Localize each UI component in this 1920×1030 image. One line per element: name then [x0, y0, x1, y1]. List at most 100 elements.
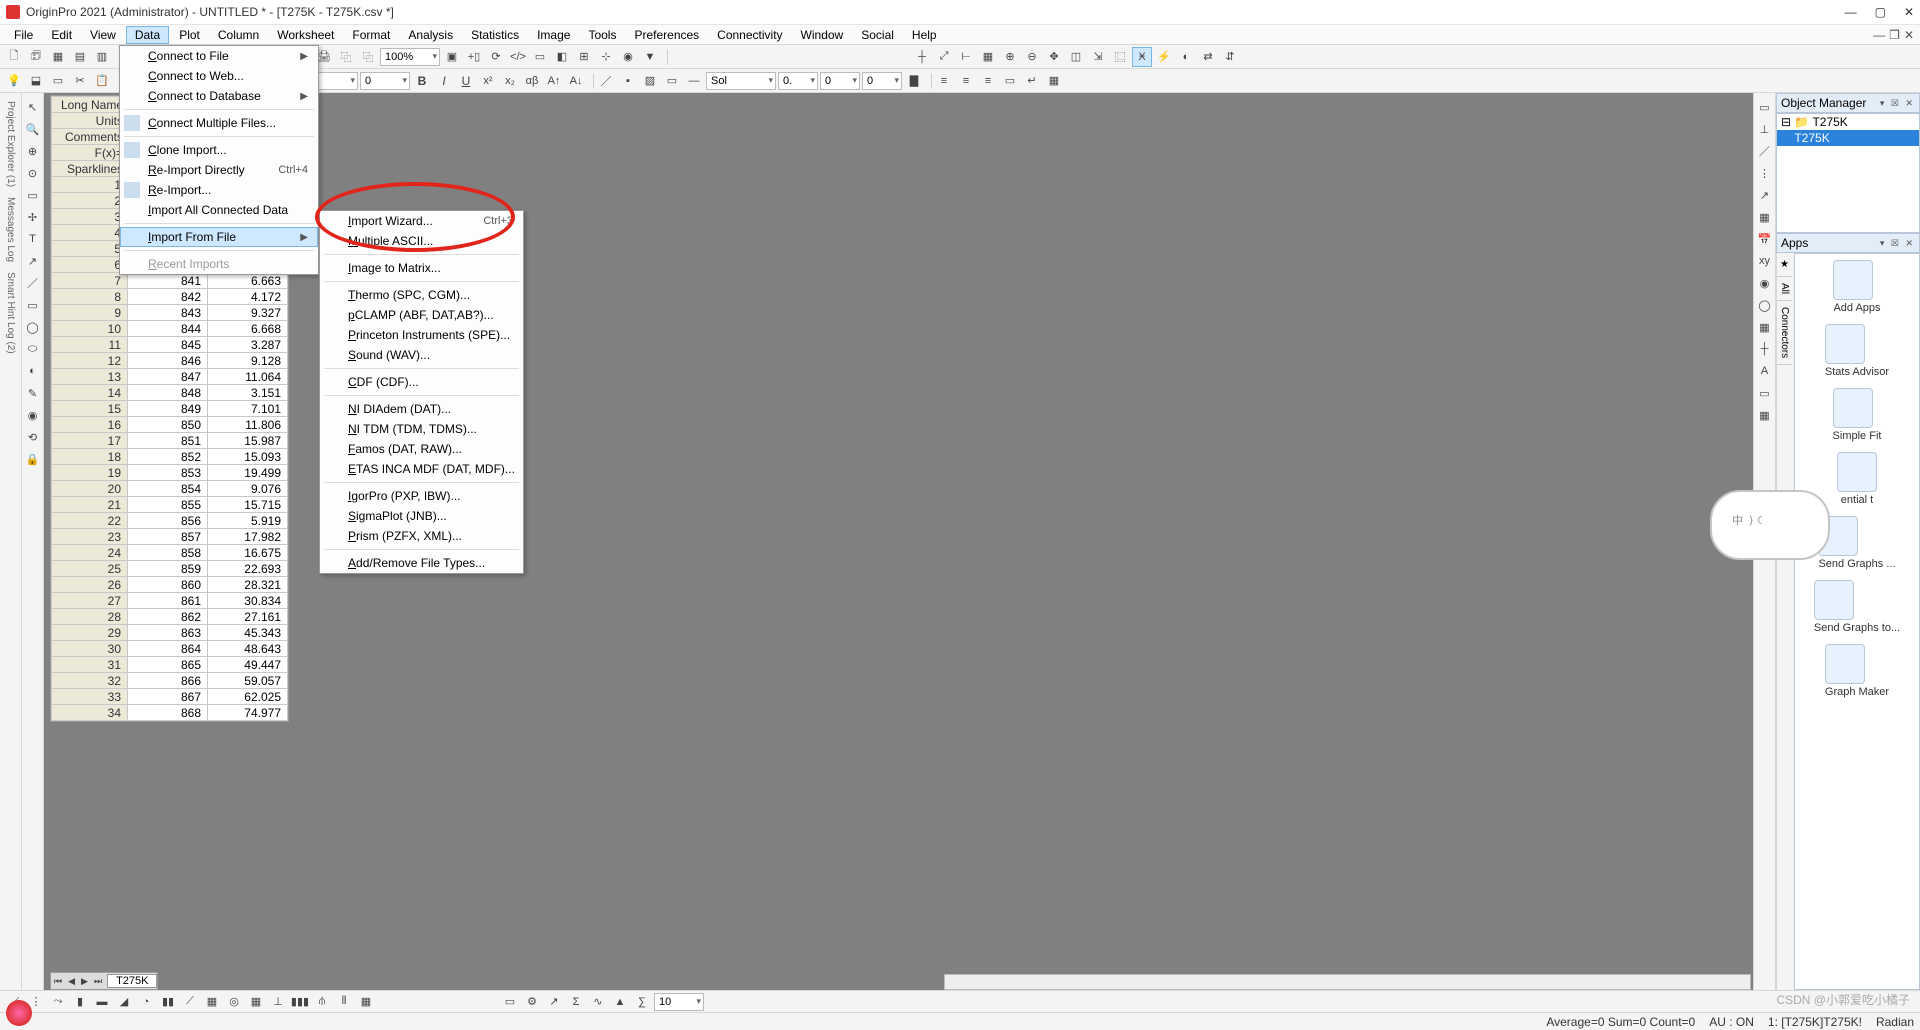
- menu-item[interactable]: NI TDM (TDM, TDMS)...: [320, 419, 523, 439]
- table-row[interactable]: 1384711.064: [52, 369, 288, 385]
- cursor-icon[interactable]: ✢: [23, 207, 43, 227]
- menu-social[interactable]: Social: [853, 27, 902, 43]
- data-menu-dropdown[interactable]: Connect to File▶Connect to Web...Connect…: [119, 45, 319, 275]
- digitize-icon[interactable]: ⊹: [596, 47, 616, 67]
- roi-icon[interactable]: ⬭: [23, 339, 43, 359]
- mask2-icon[interactable]: ◐: [23, 361, 43, 381]
- app-item[interactable]: ential t: [1837, 452, 1877, 506]
- menu-item[interactable]: ETAS INCA MDF (DAT, MDF)...: [320, 459, 523, 479]
- scatter-icon[interactable]: ⋮: [1755, 163, 1775, 183]
- grid2-icon[interactable]: ▦: [1755, 405, 1775, 425]
- menu-item[interactable]: Multiple ASCII...: [320, 231, 523, 251]
- sheet-tab[interactable]: T275K: [107, 974, 157, 988]
- stacked-icon[interactable]: ▮▮: [158, 992, 178, 1012]
- data-reader-icon[interactable]: ⊙: [23, 163, 43, 183]
- rotate-icon[interactable]: ⟲: [23, 427, 43, 447]
- zoom-icon[interactable]: 🔍: [23, 119, 43, 139]
- menu-item[interactable]: Clone Import...: [120, 140, 318, 160]
- merge-icon[interactable]: ⿺: [1110, 47, 1130, 67]
- fill-swatch-icon[interactable]: ▪: [618, 71, 638, 91]
- table-row[interactable]: 1785115.987: [52, 433, 288, 449]
- stat-icon[interactable]: Σ: [566, 992, 586, 1012]
- extract-icon[interactable]: ⇲: [1088, 47, 1108, 67]
- tools-toolbar[interactable]: ↖ 🔍 ⊕ ⊙ ▭ ✢ T ↗ ／ ▭ ◯ ⬭ ◐ ✎ ◉ ⟲ 🔒: [22, 93, 44, 990]
- menu-item[interactable]: CDF (CDF)...: [320, 372, 523, 392]
- region-icon[interactable]: ◯: [23, 317, 43, 337]
- table-row[interactable]: 98439.327: [52, 305, 288, 321]
- num-combo-2[interactable]: 0: [862, 72, 902, 90]
- menu-item[interactable]: SigmaPlot (JNB)...: [320, 506, 523, 526]
- rect-tool-icon[interactable]: ▭: [23, 295, 43, 315]
- table-row[interactable]: 2385717.982: [52, 529, 288, 545]
- menu-item[interactable]: IgorPro (PXP, IBW)...: [320, 486, 523, 506]
- template-icon[interactable]: ▭: [500, 992, 520, 1012]
- tab-next-icon[interactable]: ▶: [78, 976, 91, 987]
- dock-icon[interactable]: ◧: [552, 47, 572, 67]
- copy-page-icon[interactable]: ⿻: [336, 47, 356, 67]
- table-row[interactable]: 118453.287: [52, 337, 288, 353]
- table-row[interactable]: 2686028.321: [52, 577, 288, 593]
- line-style-icon[interactable]: —: [684, 71, 704, 91]
- table-row[interactable]: 3286659.057: [52, 673, 288, 689]
- slide-icon[interactable]: ▭: [530, 47, 550, 67]
- xy-icon[interactable]: xy: [1755, 251, 1775, 271]
- tick-icon[interactable]: ⊢: [956, 47, 976, 67]
- mdi-restore-icon[interactable]: ❐: [1889, 28, 1900, 42]
- menu-item[interactable]: pCLAMP (ABF, DAT,AB?)...: [320, 305, 523, 325]
- menu-edit[interactable]: Edit: [43, 27, 80, 43]
- anti-alias-icon[interactable]: Ӿ: [1132, 47, 1152, 67]
- menu-item[interactable]: Add/Remove File Types...: [320, 553, 523, 573]
- align-center-icon[interactable]: ≡: [956, 71, 976, 91]
- table-row[interactable]: 3486874.977: [52, 705, 288, 721]
- menu-bar[interactable]: FileEditViewDataPlotColumnWorksheetForma…: [0, 25, 1920, 45]
- new-graph-icon[interactable]: ▤: [70, 47, 90, 67]
- sheet-tabs[interactable]: ⏮ ◀ ▶ ⏭ T275K: [50, 972, 158, 990]
- align-right-icon[interactable]: ≡: [978, 71, 998, 91]
- duplicate-icon[interactable]: ⿻: [358, 47, 378, 67]
- speed-icon[interactable]: ⚡: [1154, 47, 1174, 67]
- copy-format-icon[interactable]: ✂: [70, 71, 90, 91]
- tree-item-selected[interactable]: T275K: [1777, 130, 1919, 146]
- palette-icon[interactable]: ▇: [904, 71, 924, 91]
- axes-icon[interactable]: ┼: [912, 47, 932, 67]
- app-item[interactable]: Add Apps: [1833, 260, 1880, 314]
- object-manager-header[interactable]: Object Manager▾ ☒ ✕: [1776, 93, 1920, 113]
- table-row[interactable]: 208549.076: [52, 481, 288, 497]
- line-color-icon[interactable]: ／: [596, 71, 616, 91]
- tab-last-icon[interactable]: ⏭: [91, 976, 105, 987]
- 2d-graphs-toolbar[interactable]: ／ ⋮ ⤳ ▮ ▬ ◢ ◔ ▮▮ ⟋ ▦ ◎ ▦ ⊥ ▮▮▮ ⫛ ⫴ ▦ ▭ ⚙…: [0, 990, 1920, 1012]
- font-size-combo[interactable]: 0: [360, 72, 410, 90]
- maximize-icon[interactable]: ▢: [1875, 5, 1886, 19]
- mask-icon[interactable]: ◐: [1176, 47, 1196, 67]
- object-manager-tree[interactable]: ⊟ 📁 T275K T275K: [1776, 113, 1920, 233]
- table-row[interactable]: 1885215.093: [52, 449, 288, 465]
- table-row[interactable]: 148483.151: [52, 385, 288, 401]
- close-icon[interactable]: ✕: [1904, 5, 1914, 19]
- menu-worksheet[interactable]: Worksheet: [269, 27, 342, 43]
- table-row[interactable]: 3086448.643: [52, 641, 288, 657]
- menu-item[interactable]: Prism (PZFX, XML)...: [320, 526, 523, 546]
- math-icon[interactable]: ∑: [632, 992, 652, 1012]
- messages-log-tab[interactable]: Messages Log: [5, 193, 16, 266]
- apps-list[interactable]: Add AppsStats AdvisorSimple Fitential tS…: [1794, 253, 1920, 990]
- arrow2-icon[interactable]: ↗: [1755, 185, 1775, 205]
- color-pick-icon[interactable]: ◉: [23, 405, 43, 425]
- tab-prev-icon[interactable]: ◀: [65, 976, 78, 987]
- menu-item[interactable]: Re-Import...: [120, 180, 318, 200]
- table-row[interactable]: 128469.128: [52, 353, 288, 369]
- fit-icon[interactable]: ∿: [588, 992, 608, 1012]
- markers-icon[interactable]: ◉: [1755, 273, 1775, 293]
- num-combo-1[interactable]: 0: [820, 72, 860, 90]
- new-matrix-icon[interactable]: ▥: [92, 47, 112, 67]
- table-row[interactable]: 108446.668: [52, 321, 288, 337]
- line-width-combo[interactable]: 0.: [778, 72, 818, 90]
- highlight-icon[interactable]: ◉: [618, 47, 638, 67]
- mdi-minimize-icon[interactable]: —: [1873, 28, 1885, 42]
- arrow-tool-icon[interactable]: ↗: [23, 251, 43, 271]
- batch2-icon[interactable]: ⚙: [522, 992, 542, 1012]
- menu-help[interactable]: Help: [904, 27, 945, 43]
- layer-add-icon[interactable]: ◫: [1066, 47, 1086, 67]
- menu-image[interactable]: Image: [529, 27, 578, 43]
- apps-tab-connectors[interactable]: Connectors: [1777, 301, 1792, 365]
- zoom-combo[interactable]: 100%: [380, 48, 440, 66]
